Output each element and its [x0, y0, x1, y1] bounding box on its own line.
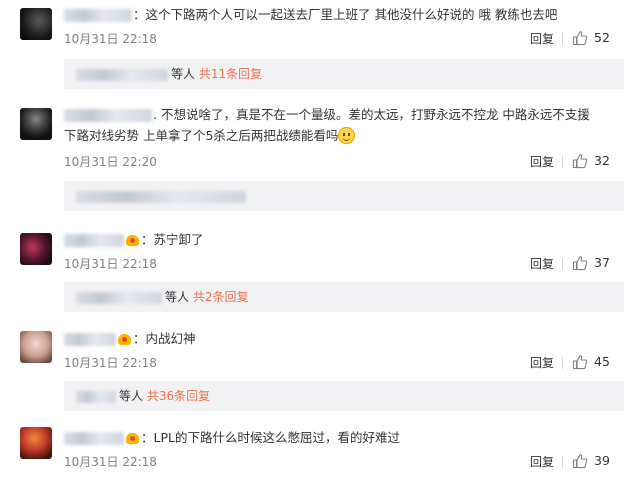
crown-badge-icon: [118, 334, 131, 345]
comment-body: ：苏宁卸了 10月31日 22:18 回复 37: [64, 229, 624, 271]
like-count: 32: [594, 153, 610, 168]
reply-button[interactable]: 回复: [530, 153, 554, 170]
like-count: 39: [594, 453, 610, 468]
reply-usernames-blurred[interactable]: [76, 190, 246, 203]
like-count: 45: [594, 354, 610, 369]
thumbs-up-icon: [572, 454, 588, 469]
divider: [562, 258, 563, 270]
avatar[interactable]: [20, 108, 52, 140]
reply-thread-preview: [64, 181, 624, 211]
username-blurred[interactable]: [64, 432, 124, 445]
view-replies-link[interactable]: 共11条回复: [199, 67, 262, 81]
view-replies-link[interactable]: 共36条回复: [147, 389, 210, 403]
crown-badge-icon: [126, 235, 139, 246]
comment-text-line: ：这个下路两个人可以一起送去厂里上班了 其他没什么好说的 哦 教练也去吧: [64, 4, 624, 25]
reply-thread-preview: 等人 共36条回复: [64, 381, 624, 411]
avatar[interactable]: [20, 331, 52, 363]
comment-body: ：这个下路两个人可以一起送去厂里上班了 其他没什么好说的 哦 教练也去吧 10月…: [64, 4, 624, 46]
timestamp: 10月31日 22:20: [64, 155, 157, 169]
timestamp: 10月31日 22:18: [64, 257, 157, 271]
like-button[interactable]: 37: [562, 255, 624, 273]
timestamp: 10月31日 22:18: [64, 356, 157, 370]
comment-text: ：内战幻神: [133, 331, 196, 346]
like-count: 52: [594, 30, 610, 45]
like-button[interactable]: 52: [562, 30, 624, 48]
comment-text: ：LPL的下路什么时候这么憋屈过，看的好难过: [141, 430, 400, 445]
username-blurred[interactable]: [64, 234, 124, 247]
comment-meta: 10月31日 22:18 回复 52: [64, 30, 624, 48]
reply-usernames-blurred[interactable]: [76, 390, 116, 403]
reply-button[interactable]: 回复: [530, 354, 554, 371]
comment-text: ：这个下路两个人可以一起送去厂里上班了 其他没什么好说的 哦 教练也去吧: [133, 7, 558, 22]
others-label: 等人: [171, 67, 196, 81]
others-label: 等人: [165, 290, 190, 304]
view-replies-link[interactable]: 共2条回复: [193, 290, 249, 304]
like-button[interactable]: 45: [562, 354, 624, 372]
reply-usernames-blurred[interactable]: [76, 68, 168, 81]
avatar[interactable]: [20, 233, 52, 265]
comment-text-line: . 不想说啥了，真是不在一个量级。差的太远，打野永远不控龙 中路永远不支援: [64, 104, 624, 125]
reply-usernames-blurred[interactable]: [76, 291, 162, 304]
username-blurred[interactable]: [64, 333, 116, 346]
reply-thread-preview: 等人 共11条回复: [64, 59, 624, 89]
comment-text-line: ：内战幻神: [64, 328, 624, 349]
like-button[interactable]: 32: [562, 153, 624, 171]
comment-body: . 不想说啥了，真是不在一个量级。差的太远，打野永远不控龙 中路永远不支援 下路…: [64, 104, 624, 169]
thumbs-up-icon: [572, 31, 588, 46]
crown-badge-icon: [126, 433, 139, 444]
username-blurred[interactable]: [64, 109, 152, 122]
comment-meta: 10月31日 22:18 回复 39: [64, 453, 624, 471]
avatar[interactable]: [20, 8, 52, 40]
comment-text-line: 下路对线劣势 上单拿了个5杀之后两把战绩能看吗: [64, 125, 624, 146]
reply-button[interactable]: 回复: [530, 255, 554, 272]
comment-text: ：苏宁卸了: [141, 232, 204, 247]
reply-button[interactable]: 回复: [530, 30, 554, 47]
smile-emoji-icon: [338, 127, 356, 144]
comment-text-line: ：LPL的下路什么时候这么憋屈过，看的好难过: [64, 427, 624, 448]
thumbs-up-icon: [572, 154, 588, 169]
comment-text: . 不想说啥了，真是不在一个量级。差的太远，打野永远不控龙 中路永远不支援: [153, 107, 590, 122]
comment-feed: ：这个下路两个人可以一起送去厂里上班了 其他没什么好说的 哦 教练也去吧 10月…: [0, 0, 640, 483]
comment-meta: 10月31日 22:18 回复 45: [64, 354, 624, 372]
divider: [562, 456, 563, 468]
timestamp: 10月31日 22:18: [64, 32, 157, 46]
timestamp: 10月31日 22:18: [64, 455, 157, 469]
comment-meta: 10月31日 22:18 回复 37: [64, 255, 624, 273]
like-count: 37: [594, 255, 610, 270]
thumbs-up-icon: [572, 355, 588, 370]
comment-text-line: ：苏宁卸了: [64, 229, 624, 250]
others-label: 等人: [119, 389, 144, 403]
thumbs-up-icon: [572, 256, 588, 271]
avatar[interactable]: [20, 427, 52, 459]
comment-body: ：内战幻神 10月31日 22:18 回复 45: [64, 328, 624, 370]
divider: [562, 156, 563, 168]
reply-button[interactable]: 回复: [530, 453, 554, 470]
reply-thread-preview: 等人 共2条回复: [64, 282, 624, 312]
comment-body: ：LPL的下路什么时候这么憋屈过，看的好难过 10月31日 22:18 回复 3…: [64, 427, 624, 469]
like-button[interactable]: 39: [562, 453, 624, 471]
comment-text: 下路对线劣势 上单拿了个5杀之后两把战绩能看吗: [64, 128, 339, 143]
divider: [562, 357, 563, 369]
username-blurred[interactable]: [64, 9, 132, 22]
divider: [562, 33, 563, 45]
comment-meta: 10月31日 22:20 回复 32: [64, 153, 624, 171]
